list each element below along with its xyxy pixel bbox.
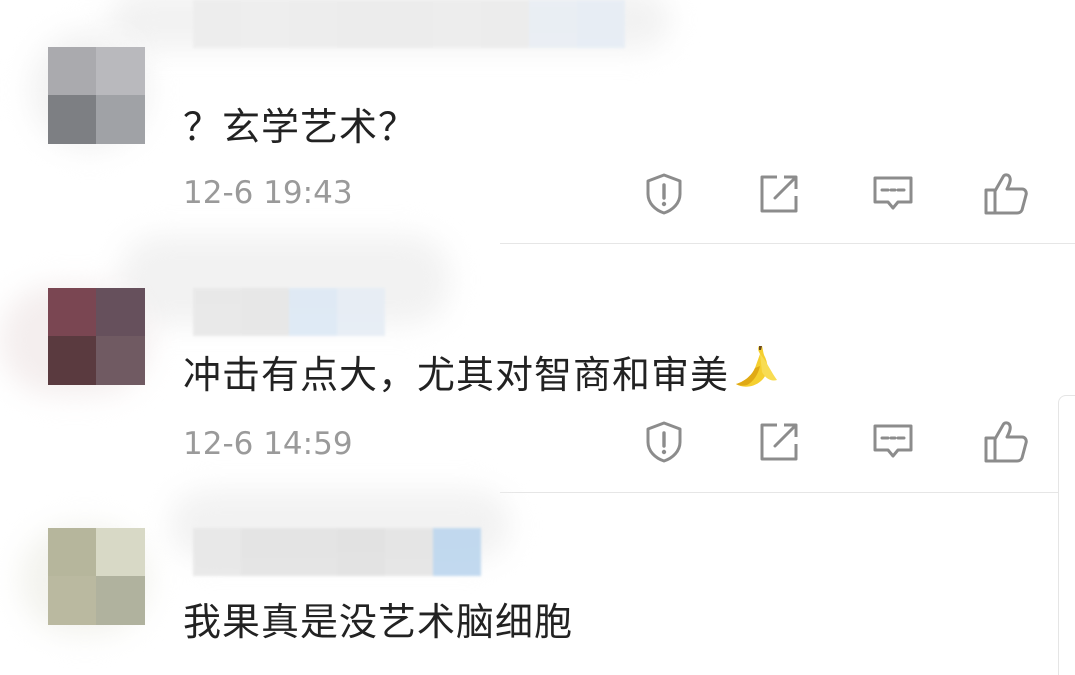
banana-icon	[736, 346, 778, 387]
report-button[interactable]	[639, 417, 689, 467]
redacted-block	[241, 528, 289, 576]
redacted-block	[241, 0, 289, 48]
redacted-block	[529, 0, 577, 48]
scroll-panel-edge	[1058, 395, 1075, 675]
redacted-block	[385, 528, 433, 576]
redacted-block	[577, 0, 625, 48]
thumbs-up-icon	[984, 173, 1028, 215]
comment-item: 冲击有点大，尤其对智商和审美 12-6 14:59	[0, 235, 1075, 495]
avatar[interactable]	[48, 528, 145, 625]
share-button[interactable]	[754, 169, 804, 219]
share-button[interactable]	[754, 417, 804, 467]
shield-exclamation-icon	[646, 173, 682, 215]
avatar[interactable]	[48, 288, 145, 385]
redacted-block	[385, 0, 433, 48]
redacted-block	[289, 528, 337, 576]
share-box-arrow-icon	[760, 175, 798, 213]
divider	[500, 243, 1075, 244]
report-button[interactable]	[639, 169, 689, 219]
comment-bubble-icon	[873, 176, 913, 210]
reply-button[interactable]	[868, 417, 918, 467]
redacted-block	[193, 288, 241, 336]
share-box-arrow-icon	[760, 423, 798, 461]
redacted-block	[433, 0, 481, 48]
avatar[interactable]	[48, 47, 145, 144]
comment-item: 我果真是没艺术脑细胞	[0, 490, 1075, 674]
redacted-block	[337, 528, 385, 576]
comment-bubble-icon	[873, 424, 913, 458]
comment-text: ？玄学艺术？	[183, 105, 418, 149]
comment-timestamp: 12-6 14:59	[183, 426, 353, 462]
like-button[interactable]	[981, 169, 1031, 219]
comment-text: 我果真是没艺术脑细胞	[183, 600, 574, 644]
redacted-block	[289, 288, 337, 336]
username-redacted[interactable]	[193, 288, 385, 336]
comment-item: ？玄学艺术？ 12-6 19:43	[0, 0, 1075, 245]
shield-exclamation-icon	[646, 421, 682, 463]
reply-button[interactable]	[868, 169, 918, 219]
redacted-block	[193, 0, 241, 48]
thumbs-up-icon	[984, 421, 1028, 463]
comment-text: 冲击有点大，尤其对智商和审美	[183, 344, 779, 401]
comment-timestamp: 12-6 19:43	[183, 175, 353, 211]
banana-emoji	[733, 344, 779, 401]
redacted-block	[337, 0, 385, 48]
redacted-block	[433, 528, 481, 576]
redacted-block	[337, 288, 385, 336]
like-button[interactable]	[981, 417, 1031, 467]
redacted-block	[241, 288, 289, 336]
username-redacted[interactable]	[193, 528, 481, 576]
redacted-block	[481, 0, 529, 48]
redacted-block	[193, 528, 241, 576]
redacted-block	[289, 0, 337, 48]
divider	[500, 492, 1075, 493]
username-redacted[interactable]	[193, 0, 625, 48]
